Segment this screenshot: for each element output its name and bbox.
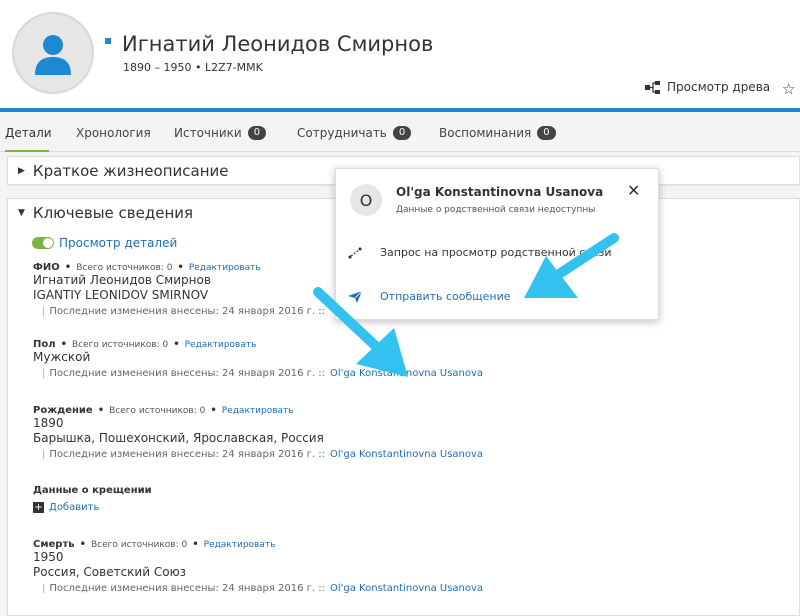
separator-dot: • xyxy=(210,405,217,416)
edit-link[interactable]: Редактировать xyxy=(222,406,294,416)
contributor-popup: O Ol'ga Konstantinovna Usanova Данные о … xyxy=(335,168,659,320)
key-facts-title: Ключевые сведения xyxy=(32,204,194,222)
fact-value: 1950 xyxy=(33,550,64,564)
fact-sex: Пол • Всего источников: 0 • Редактироват… xyxy=(33,339,483,379)
bio-panel-title: Краткое жизнеописание xyxy=(32,162,229,180)
sources-count-badge: 0 xyxy=(247,126,267,140)
source-count: Всего источников: 0 xyxy=(90,539,188,550)
fact-title: Пол xyxy=(33,339,56,350)
tab-collaborate-label: Сотрудничать xyxy=(297,126,387,140)
fact-value: Игнатий Леонидов Смирнов xyxy=(33,273,211,287)
contributor-name: Ol'ga Konstantinovna Usanova xyxy=(396,185,604,199)
star-icon[interactable]: ☆ xyxy=(782,80,795,98)
tab-memories-label: Воспоминания xyxy=(439,126,532,140)
add-label: Добавить xyxy=(49,502,100,513)
tab-bar: Детали Хронология Источники 0 Сотруднича… xyxy=(0,112,800,152)
separator-dot: • xyxy=(79,539,86,550)
fact-name: ФИО • Всего источников: 0 • Редактироват… xyxy=(33,262,325,317)
source-count: Всего источников: 0 xyxy=(71,339,169,350)
contributor-link[interactable]: Ol'ga Konstantinovna Usanova xyxy=(330,449,483,460)
person-lifespan-id: 1890 – 1950 • L2Z7-MMK xyxy=(123,61,263,74)
fact-christening: Данные о крещении + Добавить xyxy=(33,485,152,513)
add-christening-button[interactable]: + Добавить xyxy=(33,502,152,513)
person-header: Игнатий Леонидов Смирнов 1890 – 1950 • L… xyxy=(0,0,800,110)
edit-link[interactable]: Редактировать xyxy=(204,540,276,550)
separator-dot: • xyxy=(64,262,72,273)
last-changed-text: Последние изменения внесены: 24 января 2… xyxy=(49,368,325,379)
last-changed: | Последние изменения внесены: 24 января … xyxy=(42,449,484,460)
source-count: Всего источников: 0 xyxy=(109,405,206,416)
tree-view-button[interactable]: Просмотр древа xyxy=(645,80,770,94)
relationship-icon xyxy=(348,247,362,258)
person-avatar xyxy=(12,12,94,94)
separator-dot: • xyxy=(192,539,199,550)
memories-count-badge: 0 xyxy=(537,126,556,140)
tab-collaborate[interactable]: Сотрудничать 0 xyxy=(297,126,412,140)
view-details-toggle[interactable]: Просмотр деталей xyxy=(32,236,177,250)
fact-value: Мужской xyxy=(33,350,91,364)
send-message-label: Отправить сообщение xyxy=(380,290,511,303)
toggle-label[interactable]: Просмотр деталей xyxy=(59,236,177,250)
contributor-link[interactable]: Ol'ga Konstantinovna Usanova xyxy=(330,368,483,379)
contributor-link[interactable]: Ol'ga Konstantinovna Usanova xyxy=(330,583,483,594)
edit-link[interactable]: Редактировать xyxy=(185,340,257,350)
fact-death: Смерть • Всего источников: 0 • Редактиро… xyxy=(33,539,483,594)
fact-title: Рождение xyxy=(33,405,93,416)
plus-icon: + xyxy=(33,501,44,513)
last-changed-text: Последние изменения внесены: 24 января 2… xyxy=(49,306,325,317)
fact-title: Смерть xyxy=(33,539,75,550)
relationship-status: Данные о родственной связи недоступны xyxy=(396,205,596,215)
close-icon[interactable]: ✕ xyxy=(627,181,640,200)
send-message-button[interactable]: Отправить сообщение xyxy=(348,290,511,303)
key-facts-header[interactable]: ▼ Ключевые сведения xyxy=(18,204,193,222)
tab-timeline-label: Хронология xyxy=(76,126,151,140)
paper-plane-icon xyxy=(348,290,362,303)
fact-title: ФИО xyxy=(33,262,60,273)
active-tab-indicator xyxy=(5,150,49,152)
tab-details-label: Детали xyxy=(5,126,52,140)
last-changed: | Последние изменения внесены: 24 января … xyxy=(42,306,325,317)
tree-view-label: Просмотр древа xyxy=(667,80,771,94)
male-silhouette-icon xyxy=(35,35,71,75)
edit-link[interactable]: Редактировать xyxy=(189,263,261,273)
fact-value: IGANTIY LEONIDOV SMIRNOV xyxy=(33,288,209,302)
separator-dot: • xyxy=(60,339,67,350)
tab-sources-label: Источники xyxy=(174,126,242,140)
toggle-switch[interactable] xyxy=(32,237,54,249)
request-relationship-label: Запрос на просмотр родственной связи xyxy=(380,246,612,259)
request-relationship-button[interactable]: Запрос на просмотр родственной связи xyxy=(348,246,611,259)
person-name: Игнатий Леонидов Смирнов xyxy=(122,32,434,56)
separator-dot: • xyxy=(97,405,105,416)
source-count: Всего источников: 0 xyxy=(76,262,173,273)
last-changed: | Последние изменения внесены: 24 января … xyxy=(42,368,484,379)
caret-down-icon: ▼ xyxy=(18,208,25,218)
bio-panel-header[interactable]: ▶ Краткое жизнеописание xyxy=(18,162,229,180)
fact-value: Барышка, Пошехонский, Ярославская, Росси… xyxy=(33,431,324,445)
tab-details[interactable]: Детали xyxy=(5,126,52,140)
last-changed-text: Последние изменения внесены: 24 января 2… xyxy=(49,583,325,594)
last-changed-text: Последние изменения внесены: 24 января 2… xyxy=(49,449,325,460)
fact-value: Россия, Советский Союз xyxy=(33,565,187,579)
tree-icon xyxy=(645,80,660,94)
tab-memories[interactable]: Воспоминания 0 xyxy=(439,126,556,140)
separator-dot: • xyxy=(177,262,184,273)
fact-value: 1890 xyxy=(33,416,64,430)
separator-dot: • xyxy=(173,339,180,350)
tab-timeline[interactable]: Хронология xyxy=(76,126,151,140)
fact-birth: Рождение • Всего источников: 0 • Редакти… xyxy=(33,405,483,460)
gender-marker-icon xyxy=(105,38,111,44)
fact-title: Данные о крещении xyxy=(33,485,152,496)
collaborate-count-badge: 0 xyxy=(392,126,412,140)
last-changed: | Последние изменения внесены: 24 января … xyxy=(42,583,484,594)
tab-sources[interactable]: Источники 0 xyxy=(174,126,267,140)
caret-right-icon: ▶ xyxy=(18,166,25,176)
contributor-avatar: O xyxy=(350,184,382,216)
